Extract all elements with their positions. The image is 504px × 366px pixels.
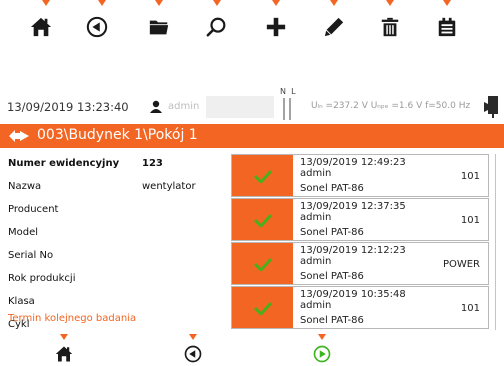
search-button[interactable] <box>195 12 239 42</box>
measurement-user: admin <box>300 212 332 223</box>
measurement-datetime: 13/09/2019 10:35:48 <box>300 289 406 300</box>
pencil-icon <box>324 17 344 37</box>
status-bar: 13/09/2019 13:23:40 admin N L Uₗₙ =237.2… <box>0 87 504 124</box>
measurement-item[interactable]: 13/09/2019 10:35:48 admin Sonel PAT-86 1… <box>231 286 489 329</box>
detail-row-production-year: Rok produkcji <box>8 269 228 289</box>
folder-icon <box>149 20 169 35</box>
bottom-pointers <box>60 334 326 340</box>
measurement-item[interactable]: 13/09/2019 12:49:23 admin Sonel PAT-86 1… <box>231 154 489 197</box>
trash-icon <box>381 17 399 37</box>
measurement-list: 13/09/2019 12:49:23 admin Sonel PAT-86 1… <box>231 154 489 330</box>
plug-icon <box>484 96 498 118</box>
measurement-scrollbar[interactable] <box>492 154 500 330</box>
home-button[interactable] <box>19 12 63 42</box>
page-title: 003\Budynek 1\Pokój 1 <box>37 127 198 143</box>
add-button[interactable] <box>254 12 298 42</box>
measurement-user: admin <box>300 300 332 311</box>
user-icon <box>150 100 162 113</box>
home-icon <box>55 346 73 362</box>
status-box <box>232 199 293 240</box>
transfer-button[interactable] <box>425 12 469 42</box>
measurement-user: admin <box>300 256 332 267</box>
measurement-code: 101 <box>460 303 480 314</box>
measurement-device: Sonel PAT-86 <box>300 183 364 194</box>
detail-value: wentylator <box>142 181 196 192</box>
detail-row-next-test: Termin kolejnego badania <box>8 309 228 329</box>
detail-label: Model <box>8 227 39 238</box>
back-button[interactable] <box>75 12 119 42</box>
back-circle-icon <box>184 345 202 363</box>
detail-label: Klasa <box>8 296 35 307</box>
measurement-datetime: 13/09/2019 12:12:23 <box>300 245 406 256</box>
location-header: 003\Budynek 1\Pokój 1 <box>0 124 504 148</box>
top-toolbar <box>0 0 504 42</box>
status-box <box>232 287 293 328</box>
measurement-datetime: 13/09/2019 12:37:35 <box>300 201 406 212</box>
location-icon <box>9 130 29 142</box>
measurement-device: Sonel PAT-86 <box>300 271 364 282</box>
play-circle-icon <box>313 345 331 363</box>
detail-row-model: Model <box>8 223 228 243</box>
logged-user: admin <box>168 101 200 112</box>
measurement-item[interactable]: 13/09/2019 12:12:23 admin Sonel PAT-86 P… <box>231 242 489 285</box>
measurement-code: 101 <box>460 215 480 226</box>
detail-label: Nazwa <box>8 181 42 192</box>
search-icon <box>206 17 226 37</box>
detail-label: Rok produkcji <box>8 273 76 284</box>
home-button[interactable] <box>44 343 84 365</box>
toolbar-pointers <box>42 0 451 6</box>
current-datetime: 13/09/2019 13:23:40 <box>7 100 129 114</box>
measurement-device: Sonel PAT-86 <box>300 227 364 238</box>
detail-label: Serial No <box>8 250 54 261</box>
status-box <box>232 155 293 196</box>
plus-icon <box>266 17 286 37</box>
measurement-device: Sonel PAT-86 <box>300 315 364 326</box>
detail-row-inventory-number: Numer ewidencyjny 123 <box>8 154 228 174</box>
check-icon <box>253 301 272 315</box>
delete-button[interactable] <box>368 12 412 42</box>
folder-button[interactable] <box>137 12 181 42</box>
detail-row-name: Nazwa wentylator <box>8 177 228 197</box>
check-icon <box>253 213 272 227</box>
measurement-code: 101 <box>460 171 480 182</box>
phase-indicator: N L <box>276 87 304 124</box>
check-icon <box>253 169 272 183</box>
detail-label: Numer ewidencyjny <box>8 158 120 169</box>
measurement-item[interactable]: 13/09/2019 12:37:35 admin Sonel PAT-86 1… <box>231 198 489 241</box>
home-icon <box>30 17 52 37</box>
back-circle-icon <box>86 16 108 38</box>
phase-lines-icon <box>283 98 291 120</box>
scrollbar-track[interactable] <box>495 154 496 330</box>
bottom-toolbar <box>0 334 504 366</box>
status-field <box>206 96 274 118</box>
measurement-code: POWER <box>442 259 480 270</box>
back-button[interactable] <box>173 343 213 365</box>
detail-label: Producent <box>8 204 59 215</box>
measurement-datetime: 13/09/2019 12:49:23 <box>300 157 406 168</box>
edit-button[interactable] <box>312 12 356 42</box>
voltage-readout: Uₗₙ =237.2 V Uₙₚₑ =1.6 V f=50.0 Hz <box>311 101 471 111</box>
detail-label: Termin kolejnego badania <box>8 313 137 324</box>
detail-row-serial: Serial No <box>8 246 228 266</box>
measurement-user: admin <box>300 168 332 179</box>
start-button[interactable] <box>302 343 342 365</box>
detail-value: 123 <box>142 158 163 169</box>
check-icon <box>253 257 272 271</box>
device-details: Numer ewidencyjny 123 Nazwa wentylator P… <box>0 150 228 332</box>
detail-row-producer: Producent <box>8 200 228 220</box>
status-box <box>232 243 293 284</box>
data-transfer-icon <box>438 17 456 37</box>
